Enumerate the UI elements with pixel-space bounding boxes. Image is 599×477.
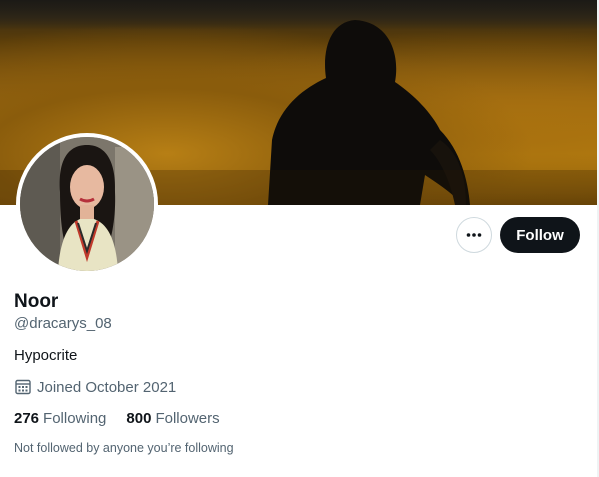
- profile-name: Noor: [14, 291, 59, 312]
- follow-stats: 276 Following 800 Followers: [14, 410, 240, 427]
- profile-bio: Hypocrite: [14, 347, 78, 364]
- followers-label: Followers: [155, 410, 220, 427]
- followers-count: 800: [126, 410, 152, 427]
- following-label: Following: [43, 410, 107, 427]
- avatar-image: [20, 137, 154, 271]
- following-count: 276: [14, 410, 40, 427]
- not-followed-notice: Not followed by anyone you’re following: [14, 441, 234, 455]
- followers-link[interactable]: 800 Followers: [126, 410, 219, 427]
- calendar-icon: [15, 379, 31, 395]
- more-options-button[interactable]: [456, 217, 492, 253]
- more-horizontal-icon: [466, 233, 482, 237]
- joined-text: Joined October 2021: [37, 378, 177, 396]
- avatar[interactable]: [16, 133, 158, 275]
- profile-handle: @dracarys_08: [14, 315, 112, 332]
- joined-date: Joined October 2021: [14, 378, 176, 396]
- following-link[interactable]: 276 Following: [14, 410, 106, 427]
- follow-button[interactable]: Follow: [500, 217, 580, 253]
